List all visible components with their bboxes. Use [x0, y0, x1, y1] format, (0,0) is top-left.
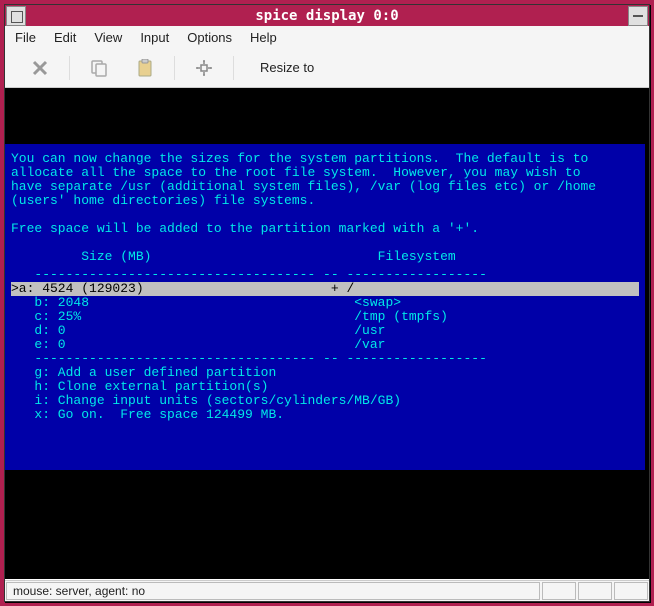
separator [69, 56, 70, 80]
partition-row[interactable]: c: 25% /tmp (tmpfs) [11, 310, 639, 324]
fullscreen-icon[interactable] [183, 49, 225, 87]
titlebar[interactable]: spice display 0:0 [5, 5, 649, 26]
menu-option[interactable]: i: Change input units (sectors/cylinders… [11, 394, 639, 408]
text-line: You can now change the sizes for the sys… [11, 152, 639, 166]
status-cell [542, 582, 576, 600]
window-title: spice display 0:0 [27, 8, 627, 24]
app-window: spice display 0:0 File Edit View Input O… [4, 4, 650, 602]
text-line: allocate all the space to the root file … [11, 166, 639, 180]
partition-row[interactable]: d: 0 /usr [11, 324, 639, 338]
partition-row[interactable]: b: 2048 <swap> [11, 296, 639, 310]
minimize-icon[interactable] [628, 6, 648, 26]
separator [174, 56, 175, 80]
blank-line [11, 208, 639, 222]
divider: ------------------------------------ -- … [11, 352, 639, 366]
menu-option[interactable]: g: Add a user defined partition [11, 366, 639, 380]
paste-icon[interactable] [124, 49, 166, 87]
menu-option[interactable]: h: Clone external partition(s) [11, 380, 639, 394]
guest-display[interactable]: You can now change the sizes for the sys… [5, 88, 649, 579]
text-line: (users' home directories) file systems. [11, 194, 639, 208]
status-cell [578, 582, 612, 600]
resize-label[interactable]: Resize to [260, 60, 314, 75]
blank-line [11, 236, 639, 250]
text-line: Free space will be added to the partitio… [11, 222, 639, 236]
separator [233, 56, 234, 80]
menu-edit[interactable]: Edit [54, 30, 76, 45]
table-header: Size (MB) Filesystem [11, 250, 639, 264]
partition-row-selected[interactable]: >a: 4524 (129023) + / [11, 282, 639, 296]
text-line: have separate /usr (additional system fi… [11, 180, 639, 194]
menu-option[interactable]: x: Go on. Free space 124499 MB. [11, 408, 639, 422]
menu-help[interactable]: Help [250, 30, 277, 45]
menu-view[interactable]: View [94, 30, 122, 45]
menubar: File Edit View Input Options Help [5, 26, 649, 48]
divider: ------------------------------------ -- … [11, 268, 639, 282]
close-icon[interactable] [19, 49, 61, 87]
menu-input[interactable]: Input [140, 30, 169, 45]
menu-options[interactable]: Options [187, 30, 232, 45]
status-cell [614, 582, 648, 600]
status-text: mouse: server, agent: no [6, 582, 540, 600]
menu-file[interactable]: File [15, 30, 36, 45]
toolbar: Resize to [5, 48, 649, 88]
copy-icon[interactable] [78, 49, 120, 87]
partition-row[interactable]: e: 0 /var [11, 338, 639, 352]
window-menu-icon[interactable] [6, 6, 26, 26]
console-screen: You can now change the sizes for the sys… [5, 144, 645, 470]
statusbar: mouse: server, agent: no [5, 580, 649, 601]
